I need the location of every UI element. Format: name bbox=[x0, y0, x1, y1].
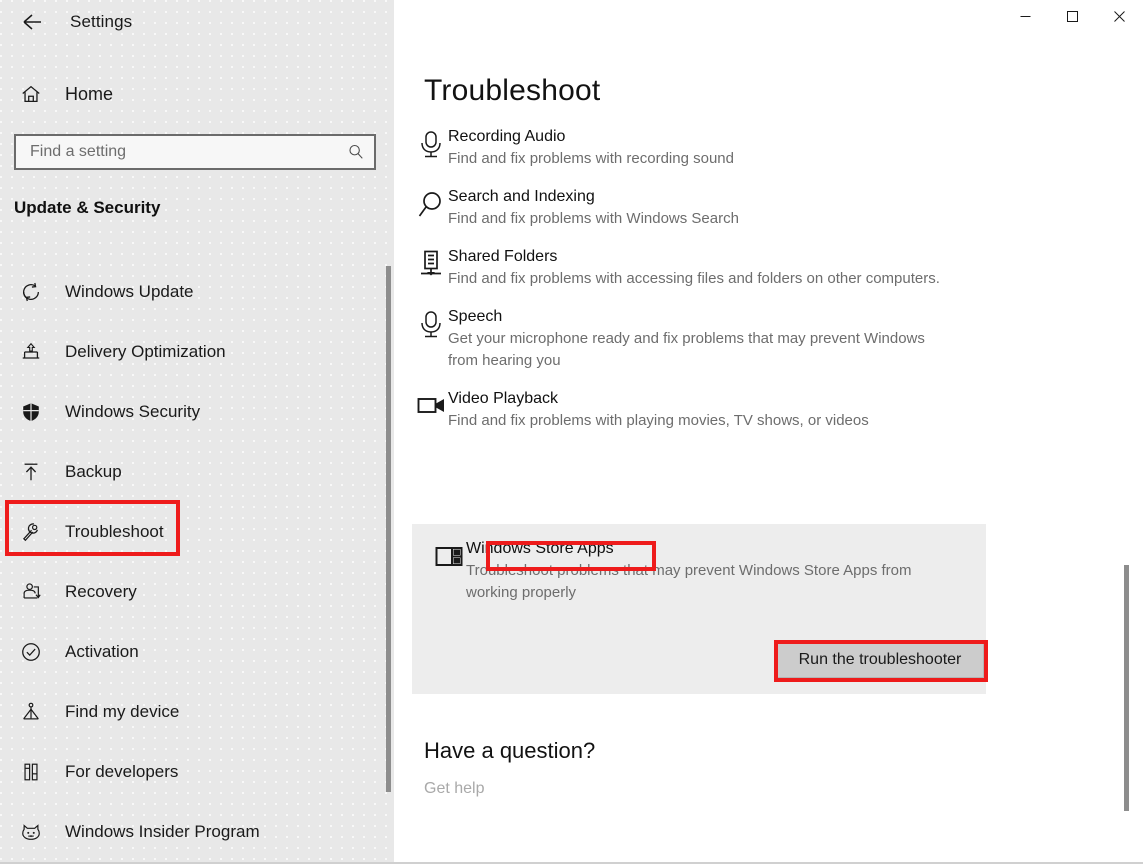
shield-icon bbox=[8, 401, 54, 423]
insider-cat-icon bbox=[8, 821, 54, 843]
sidebar-item-label: For developers bbox=[65, 762, 178, 782]
sidebar-item-for-developers[interactable]: For developers bbox=[0, 742, 380, 802]
check-circle-icon bbox=[8, 641, 54, 663]
card-text: Windows Store Apps Troubleshoot problems… bbox=[466, 538, 986, 604]
sidebar-nav-list: Windows Update Delivery Optimization bbox=[0, 262, 380, 862]
have-a-question-section: Have a question? Get help bbox=[424, 736, 595, 798]
troubleshooter-list: Recording Audio Find and fix problems wi… bbox=[394, 118, 1143, 440]
home-icon bbox=[8, 83, 54, 105]
locate-device-icon bbox=[8, 701, 54, 723]
troubleshooter-description: Find and fix problems with recording sou… bbox=[448, 148, 734, 170]
troubleshooter-text: Search and Indexing Find and fix problem… bbox=[448, 186, 763, 230]
sidebar-item-windows-insider-program[interactable]: Windows Insider Program bbox=[0, 802, 380, 862]
sidebar-item-label: Troubleshoot bbox=[65, 522, 164, 542]
get-help-link[interactable]: Get help bbox=[424, 780, 484, 798]
wrench-icon bbox=[8, 521, 54, 543]
settings-window: Settings Home Update & Security bbox=[0, 0, 1143, 864]
sidebar: Settings Home Update & Security bbox=[0, 0, 394, 864]
search-box[interactable] bbox=[14, 134, 376, 170]
window-controls bbox=[1002, 0, 1143, 32]
sidebar-item-label-home: Home bbox=[65, 84, 113, 105]
microphone-icon bbox=[394, 306, 448, 372]
microphone-icon bbox=[394, 126, 448, 170]
run-troubleshooter-button[interactable]: Run the troubleshooter bbox=[776, 642, 984, 678]
troubleshooter-text: Speech Get your microphone ready and fix… bbox=[448, 306, 972, 372]
card-description: Troubleshoot problems that may prevent W… bbox=[466, 560, 962, 604]
troubleshooter-text: Shared Folders Find and fix problems wit… bbox=[448, 246, 964, 290]
troubleshooter-name: Speech bbox=[448, 306, 502, 328]
close-icon[interactable] bbox=[1096, 0, 1143, 32]
sidebar-item-label: Recovery bbox=[65, 582, 137, 602]
card-title: Windows Store Apps bbox=[466, 538, 614, 560]
troubleshooter-description: Find and fix problems with accessing fil… bbox=[448, 268, 940, 290]
sidebar-item-windows-update[interactable]: Windows Update bbox=[0, 262, 380, 322]
sidebar-item-label: Find my device bbox=[65, 702, 179, 722]
sidebar-item-delivery-optimization[interactable]: Delivery Optimization bbox=[0, 322, 380, 382]
troubleshooter-description: Find and fix problems with playing movie… bbox=[448, 410, 869, 432]
sidebar-item-troubleshoot[interactable]: Troubleshoot bbox=[0, 502, 380, 562]
maximize-icon[interactable] bbox=[1049, 0, 1096, 32]
troubleshooter-text: Video Playback Find and fix problems wit… bbox=[448, 388, 893, 432]
troubleshooter-search-and-indexing[interactable]: Search and Indexing Find and fix problem… bbox=[394, 178, 1143, 238]
network-server-icon bbox=[394, 246, 448, 290]
sidebar-item-label: Windows Insider Program bbox=[65, 822, 260, 842]
troubleshooter-text: Recording Audio Find and fix problems wi… bbox=[448, 126, 758, 170]
sidebar-item-find-my-device[interactable]: Find my device bbox=[0, 682, 380, 742]
troubleshooter-description: Get your microphone ready and fix proble… bbox=[448, 328, 948, 372]
question-title: Have a question? bbox=[424, 736, 595, 766]
sidebar-item-label: Backup bbox=[65, 462, 122, 482]
troubleshooter-name: Search and Indexing bbox=[448, 186, 595, 208]
card-inner: Windows Store Apps Troubleshoot problems… bbox=[412, 524, 986, 604]
search-magnifier-icon bbox=[394, 186, 448, 230]
sidebar-item-home[interactable]: Home bbox=[0, 72, 360, 116]
sidebar-item-activation[interactable]: Activation bbox=[0, 622, 380, 682]
sidebar-item-backup[interactable]: Backup bbox=[0, 442, 380, 502]
store-apps-icon bbox=[412, 538, 466, 604]
troubleshooter-card-windows-store-apps[interactable]: Windows Store Apps Troubleshoot problems… bbox=[412, 524, 986, 694]
troubleshooter-recording-audio[interactable]: Recording Audio Find and fix problems wi… bbox=[394, 118, 1143, 178]
delivery-icon bbox=[8, 341, 54, 363]
troubleshooter-name: Video Playback bbox=[448, 388, 558, 410]
sidebar-item-label: Activation bbox=[65, 642, 139, 662]
video-camera-icon bbox=[394, 388, 448, 432]
recovery-icon bbox=[8, 581, 54, 603]
developer-tools-icon bbox=[8, 761, 54, 783]
sidebar-category-title: Update & Security bbox=[14, 198, 160, 218]
troubleshooter-name: Shared Folders bbox=[448, 246, 557, 268]
sidebar-item-label: Windows Security bbox=[65, 402, 200, 422]
sidebar-item-label: Windows Update bbox=[65, 282, 194, 302]
troubleshooter-name: Recording Audio bbox=[448, 126, 565, 148]
main-scrollbar[interactable] bbox=[1124, 565, 1129, 811]
troubleshooter-description: Find and fix problems with Windows Searc… bbox=[448, 208, 739, 230]
sidebar-item-recovery[interactable]: Recovery bbox=[0, 562, 380, 622]
titlebar-left: Settings bbox=[0, 0, 394, 44]
search-icon[interactable] bbox=[338, 143, 374, 161]
troubleshooter-video-playback[interactable]: Video Playback Find and fix problems wit… bbox=[394, 380, 1143, 440]
window-title: Settings bbox=[70, 12, 132, 32]
main-content: Troubleshoot Recording Audio Find and fi… bbox=[394, 0, 1143, 864]
search-input[interactable] bbox=[16, 143, 338, 161]
sidebar-item-windows-security[interactable]: Windows Security bbox=[0, 382, 380, 442]
minimize-icon[interactable] bbox=[1002, 0, 1049, 32]
refresh-icon bbox=[8, 281, 54, 303]
upload-arrow-icon bbox=[8, 461, 54, 483]
troubleshooter-shared-folders[interactable]: Shared Folders Find and fix problems wit… bbox=[394, 238, 1143, 298]
back-arrow-icon[interactable] bbox=[8, 2, 56, 42]
sidebar-scrollbar[interactable] bbox=[386, 266, 391, 792]
troubleshooter-speech[interactable]: Speech Get your microphone ready and fix… bbox=[394, 298, 1143, 380]
page-title: Troubleshoot bbox=[424, 74, 600, 108]
sidebar-item-label: Delivery Optimization bbox=[65, 342, 226, 362]
